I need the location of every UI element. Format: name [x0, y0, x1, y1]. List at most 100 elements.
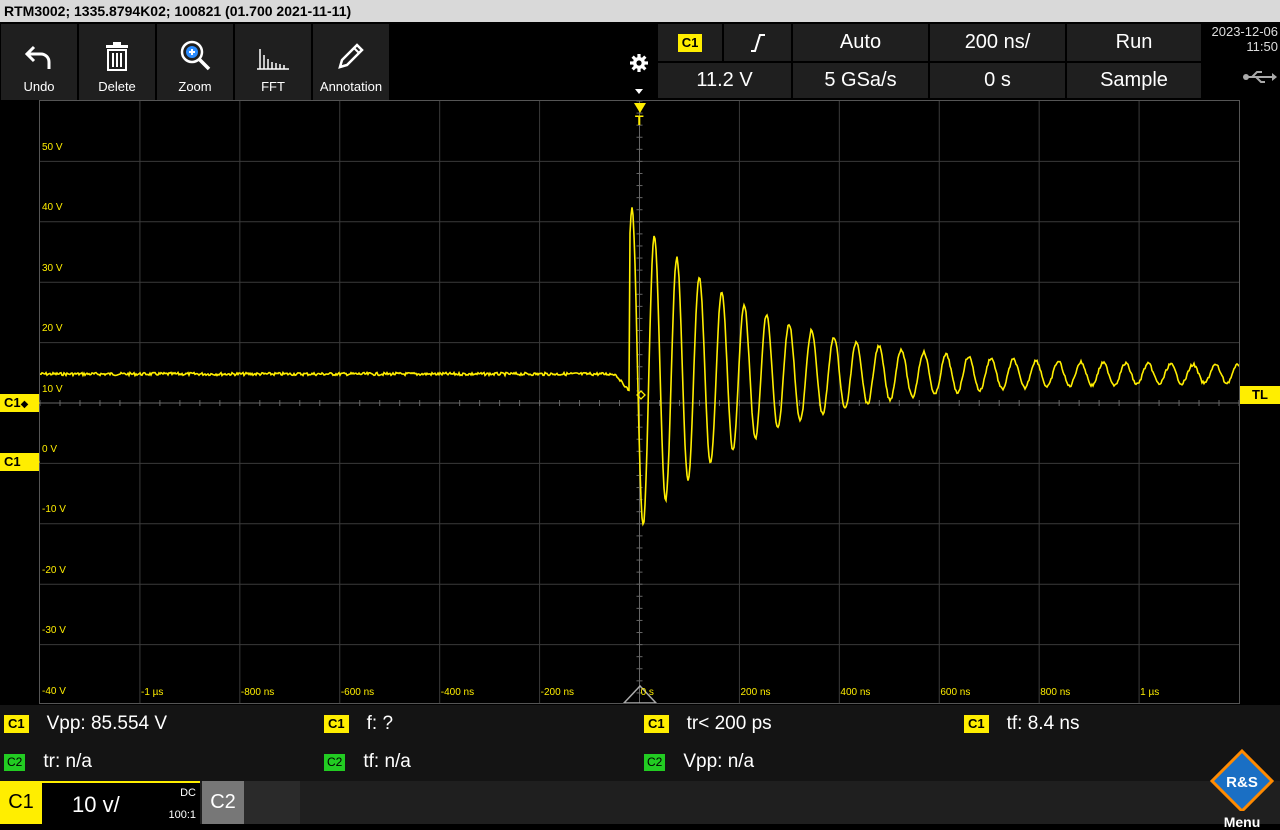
measurement-value: tr< 200 ps — [686, 713, 772, 734]
x-tick-label: -600 ns — [340, 687, 375, 698]
measurement-channel-badge: C1 — [324, 715, 349, 733]
acquisition-mode[interactable]: Sample — [1067, 63, 1201, 98]
sample-rate[interactable]: 5 GSa/s — [793, 63, 928, 98]
ch2-button[interactable]: C2 — [202, 781, 244, 824]
delete-button[interactable]: Delete — [79, 24, 155, 100]
gear-icon[interactable] — [622, 48, 656, 78]
x-tick-label: -400 ns — [440, 687, 475, 698]
y-tick-label: -10 V — [42, 504, 66, 516]
measurement-panel: C1 Vpp: 85.554 V C1 f: ? C1 tr< 200 ps C1 tf… — [0, 705, 1280, 781]
measurement-5[interactable]: C2 tr: n/a — [4, 751, 92, 773]
x-tick-label: 0 s — [640, 687, 654, 698]
measurement-channel-badge: C2 — [324, 753, 346, 771]
zoom-icon — [180, 40, 211, 71]
measurement-6[interactable]: C2 tf: n/a — [324, 751, 411, 773]
usb-icon — [1243, 71, 1277, 83]
timebase[interactable]: 200 ns/ — [930, 24, 1065, 61]
trigger-level-label: TL — [1252, 387, 1268, 402]
trigger-slope[interactable] — [724, 24, 791, 61]
trigger-mode[interactable]: Auto — [793, 24, 928, 61]
measurement-value: tf: 8.4 ns — [1006, 713, 1080, 734]
y-tick-label: 0 V — [42, 444, 58, 455]
zoom-button[interactable]: Zoom — [157, 24, 233, 100]
undo-label: Undo — [23, 79, 55, 94]
measurement-channel-badge: C1 — [644, 715, 669, 733]
rs-logo-icon: R&S — [1209, 748, 1275, 814]
measurement-value: Vpp: 85.554 V — [46, 713, 168, 734]
ch1-ground-pointer — [30, 453, 40, 471]
measurement-value: tf: n/a — [363, 751, 411, 772]
date-time: 2023-12-06 11:50 — [1204, 24, 1278, 98]
ch1-ground-label: C1 — [4, 454, 21, 469]
graticule — [40, 101, 1239, 703]
fft-icon — [257, 49, 289, 70]
ch1-offset-pointer — [30, 394, 40, 412]
ch1-settings[interactable]: 10 v/ DC 100:1 — [42, 781, 200, 824]
y-tick-label: -20 V — [42, 564, 66, 576]
fft-button[interactable]: FFT — [235, 24, 311, 100]
y-tick-label: 30 V — [42, 262, 63, 274]
trigger-mode-value: Auto — [839, 31, 882, 53]
ch1-coupling: DC — [180, 787, 196, 799]
ch1-offset-label: C1 — [4, 395, 21, 410]
annotation-label: Annotation — [319, 79, 383, 94]
y-tick-label: 50 V — [42, 142, 63, 153]
measurement-value: f: ? — [366, 713, 394, 734]
ch1-button[interactable]: C1 — [0, 781, 42, 824]
x-tick-label: -800 ns — [240, 687, 275, 698]
measurement-channel-badge: C2 — [4, 753, 26, 771]
delete-label: Delete — [98, 79, 136, 94]
sample-rate-value: 5 GSa/s — [824, 69, 897, 91]
trigger-source[interactable]: C1 — [658, 24, 722, 61]
run-stop[interactable]: Run — [1067, 24, 1201, 61]
trash-icon — [106, 42, 128, 71]
measurement-1[interactable]: C1 Vpp: 85.554 V — [4, 713, 167, 735]
measurement-4[interactable]: C1 tf: 8.4 ns — [964, 713, 1080, 735]
acquisition-mode-value: Sample — [1100, 69, 1168, 91]
annotation-button[interactable]: Annotation — [313, 24, 389, 100]
logo-text: R&S — [1226, 774, 1258, 791]
run-state-value: Run — [1115, 31, 1153, 53]
measurement-channel-badge: C1 — [964, 715, 989, 733]
trigger-level-pointer — [1240, 386, 1250, 404]
horizontal-offset[interactable]: 0 s — [930, 63, 1065, 98]
y-tick-label: 10 V — [42, 383, 63, 395]
y-tick-label: -30 V — [42, 625, 66, 637]
undo-icon — [25, 45, 51, 69]
measurement-3[interactable]: C1 tr< 200 ps — [644, 713, 772, 735]
ch1-vertical-scale: 10 v/ — [72, 792, 120, 817]
menu-label: Menu — [1223, 814, 1261, 830]
x-tick-label: 600 ns — [940, 687, 971, 698]
trigger-channel-badge: C1 — [677, 33, 703, 52]
channel-bar: C1 10 v/ DC 100:1 C2 R&S Menu — [0, 748, 1280, 830]
ch1-probe-ratio: 100:1 — [168, 809, 196, 821]
x-tick-label: -200 ns — [540, 687, 575, 698]
updown-icon: ◆ — [20, 399, 29, 410]
date: 2023-12-06 — [1211, 24, 1279, 39]
measurement-value: Vpp: n/a — [683, 751, 755, 772]
time: 11:50 — [1246, 39, 1278, 54]
horizontal-offset-value: 0 s — [984, 69, 1011, 91]
undo-button[interactable]: Undo — [1, 24, 77, 100]
x-tick-label: 800 ns — [1040, 687, 1071, 698]
pencil-icon — [338, 43, 364, 69]
measurement-channel-badge: C2 — [644, 753, 666, 771]
chevron-down-icon[interactable] — [634, 88, 644, 96]
trigger-level[interactable]: 11.2 V — [658, 63, 791, 98]
y-tick-label: 40 V — [42, 202, 63, 214]
measurement-7[interactable]: C2 Vpp: n/a — [644, 751, 754, 773]
timebase-value: 200 ns/ — [964, 31, 1031, 53]
measurement-channel-badge: C1 — [4, 715, 29, 733]
measurement-2[interactable]: C1 f: ? — [324, 713, 393, 735]
waveform-canvas — [40, 101, 1239, 703]
ch2-settings[interactable] — [244, 781, 300, 824]
menu-button[interactable]: R&S Menu — [1204, 748, 1280, 830]
title-bar: RTM3002; 1335.8794K02; 100821 (01.700 20… — [0, 0, 1280, 22]
trigger-level-value: 11.2 V — [696, 69, 753, 91]
waveform-display[interactable]: 50 V 40 V 30 V 20 V 10 V 0 V -10 V -20 V -30 V -4… — [39, 100, 1240, 704]
measurement-value: tr: n/a — [43, 751, 92, 772]
trigger-label: T — [635, 112, 644, 128]
zoom-label: Zoom — [178, 79, 212, 94]
x-tick-label: 1 µs — [1140, 687, 1160, 698]
x-tick-label: 200 ns — [740, 687, 771, 698]
